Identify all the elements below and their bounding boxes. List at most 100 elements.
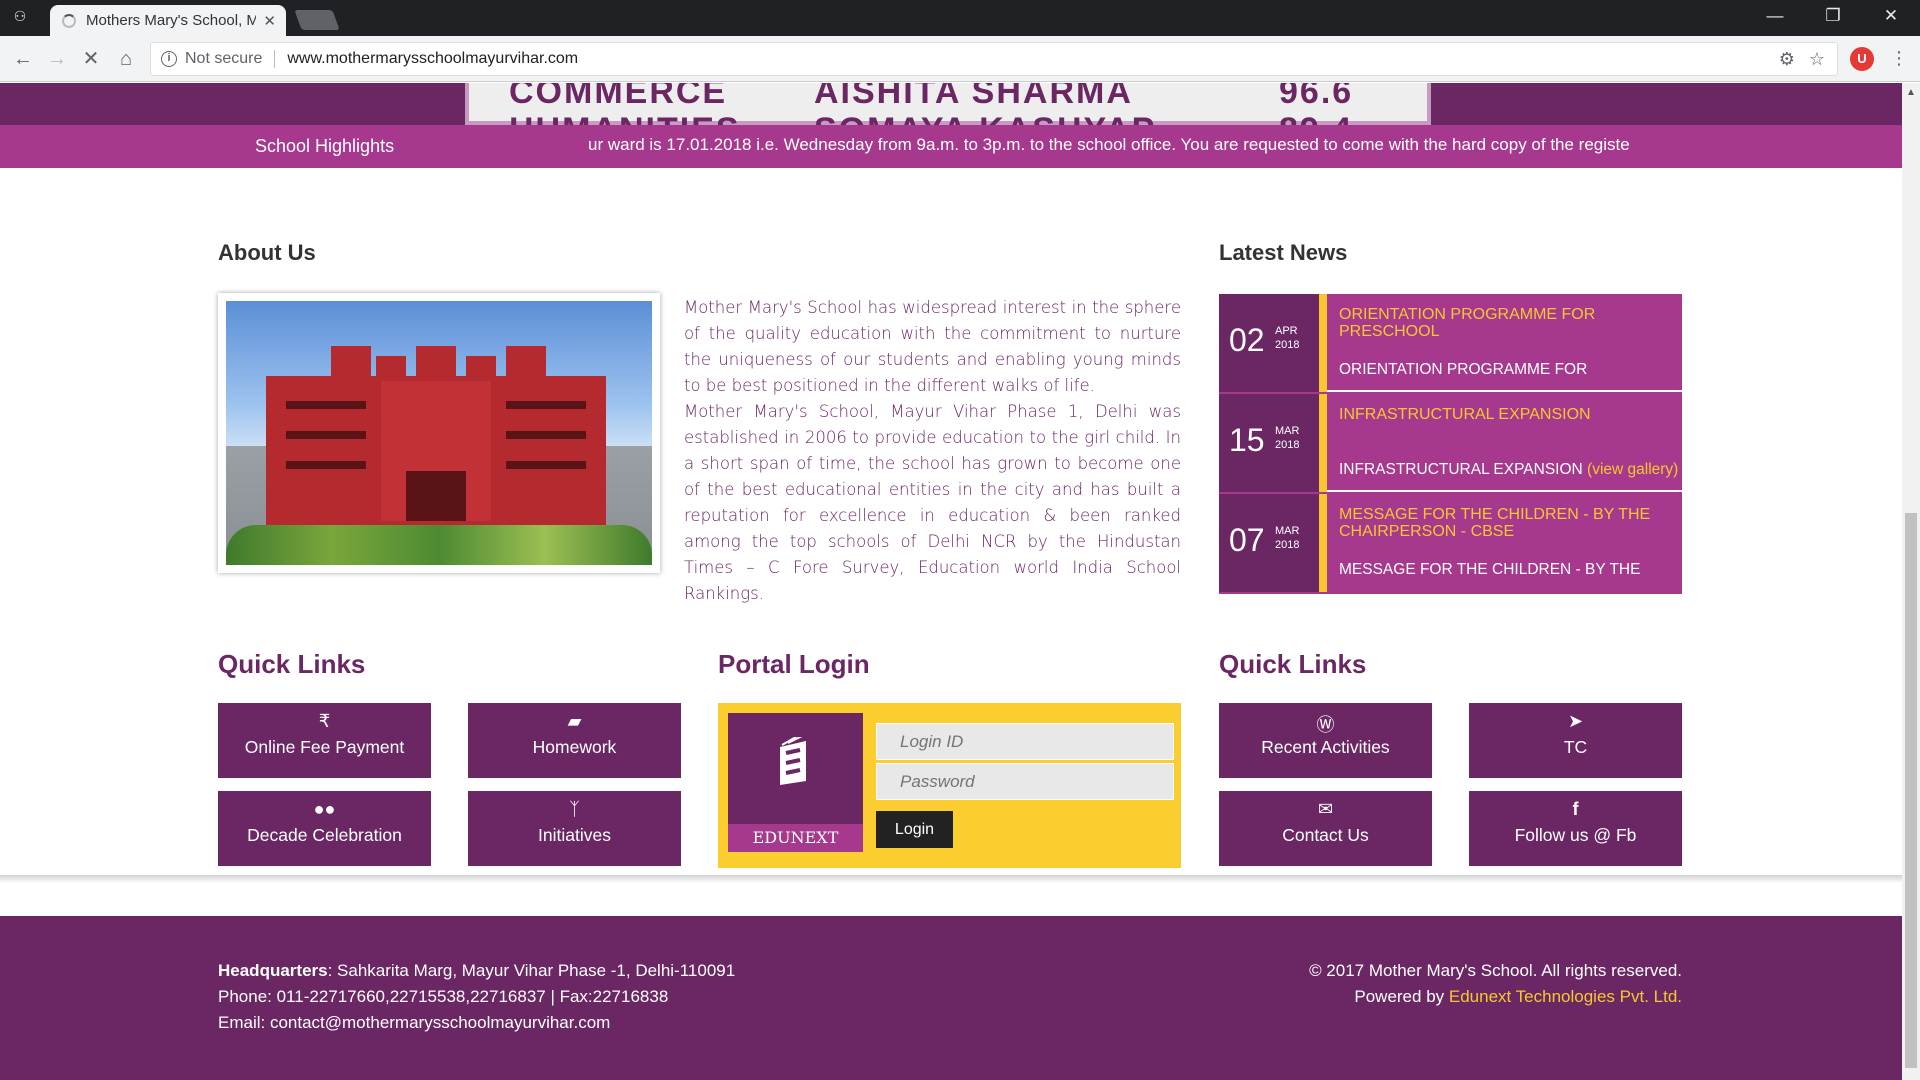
about-paragraph: Mother Mary's School, Mayur Vihar Phase … [684, 402, 1181, 603]
about-text: Mother Mary's School has widespread inte… [684, 295, 1181, 607]
footer-copyright: © 2017 Mother Mary's School. All rights … [1309, 958, 1682, 1010]
news-day: 07 [1229, 522, 1265, 558]
edunext-logo-icon [780, 737, 806, 785]
hero-banner: COMMERCE AISHITA SHARMA 96.6 HUMANITIES … [0, 83, 1902, 125]
minimize-icon[interactable]: — [1760, 6, 1790, 26]
password-input[interactable] [876, 763, 1174, 800]
forward-icon[interactable]: → [44, 46, 70, 72]
button-label: Contact Us [1282, 825, 1369, 845]
button-label: Homework [532, 737, 617, 757]
news-year: 2018 [1275, 339, 1300, 351]
button-label: Online Fee Payment [244, 737, 405, 757]
news-list: 02 APR 2018 ORIENTATION PROGRAMME FOR PRE… [1219, 294, 1682, 594]
hq-label: Headquarters [218, 961, 328, 980]
browser-toolbar: ← → ✕ ⌂ i Not secure www.mothermarysscho… [0, 36, 1920, 82]
scroll-up-icon[interactable]: ▲ [1906, 87, 1916, 98]
edunext-link[interactable]: Edunext Technologies Pvt. Ltd. [1449, 987, 1682, 1006]
footer-contact: Headquarters: Sahkarita Marg, Mayur Viha… [218, 958, 735, 1036]
contact-us-button[interactable]: ✉ Contact Us [1219, 791, 1432, 866]
login-id-input[interactable] [876, 723, 1174, 760]
news-date: 07 MAR 2018 [1219, 494, 1319, 592]
restore-icon[interactable]: ❐ [1818, 6, 1848, 26]
powered-by-label: Powered by [1354, 987, 1449, 1006]
news-year: 2018 [1275, 439, 1300, 451]
news-year: 2018 [1275, 539, 1300, 551]
url-text[interactable]: www.mothermarysschoolmayurvihar.com [287, 50, 578, 68]
facebook-icon: f [1572, 799, 1579, 819]
info-icon[interactable]: i [161, 51, 177, 67]
loading-spinner-icon [62, 14, 76, 28]
quick-links-heading: Quick Links [1219, 649, 1367, 679]
homework-button[interactable]: ▰ Homework [468, 703, 681, 778]
news-item[interactable]: 07 MAR 2018 MESSAGE FOR THE CHILDREN - BY… [1219, 494, 1682, 592]
browser-tab[interactable]: Mothers Mary's School, M ✕ [50, 5, 286, 36]
browser-tab-strip: ⚇ Mothers Mary's School, M ✕ — ❐ ✕ [0, 0, 1920, 36]
decade-celebration-button[interactable]: ●● Decade Celebration [218, 791, 431, 866]
news-title[interactable]: ORIENTATION PROGRAMME FOR PRESCHOOL [1339, 306, 1679, 340]
initiatives-button[interactable]: ᛉ Initiatives [468, 791, 681, 866]
scrollbar-thumb[interactable] [1905, 513, 1917, 1068]
ticker-text[interactable]: ur ward is 17.01.2018 i.e. Wednesday fro… [588, 135, 1680, 155]
new-tab-button[interactable] [294, 10, 340, 30]
quick-links-heading: Quick Links [218, 649, 366, 679]
button-label: TC [1563, 737, 1588, 757]
online-fee-payment-button[interactable]: ₹ Online Fee Payment [218, 703, 431, 778]
news-desc: MESSAGE FOR THE CHILDREN - BY THE [1339, 561, 1641, 578]
rupee-icon: ₹ [318, 711, 331, 731]
copyright-text: © 2017 Mother Mary's School. All rights … [1309, 961, 1682, 980]
recent-activities-button[interactable]: Ⓦ Recent Activities [1219, 703, 1432, 778]
view-gallery-link[interactable]: (view gallery) [1587, 461, 1678, 478]
stop-loading-icon[interactable]: ✕ [78, 46, 104, 72]
about-heading: About Us [218, 240, 316, 265]
toppers-table: COMMERCE AISHITA SHARMA 96.6 HUMANITIES … [465, 83, 1431, 125]
news-month: MAR [1275, 425, 1300, 437]
page-viewport: COMMERCE AISHITA SHARMA 96.6 HUMANITIES … [0, 83, 1902, 1080]
about-paragraph: Mother Mary's School has widespread inte… [684, 298, 1181, 395]
news-title[interactable]: MESSAGE FOR THE CHILDREN - BY THE CHAIRP… [1339, 506, 1679, 540]
news-month: APR [1275, 325, 1298, 337]
incognito-icon: ⚇ [13, 8, 27, 24]
button-label: Decade Celebration [247, 825, 402, 845]
bookmark-star-icon[interactable]: ☆ [1809, 49, 1825, 70]
close-window-icon[interactable]: ✕ [1876, 6, 1906, 26]
topper-score: 89.4 [1279, 111, 1353, 125]
topper-stream: HUMANITIES [509, 111, 741, 125]
home-icon[interactable]: ⌂ [113, 46, 139, 72]
footer: Headquarters: Sahkarita Marg, Mayur Viha… [0, 916, 1902, 1080]
topper-name: SOMAYA KASHYAP [814, 111, 1156, 125]
wordpress-icon: Ⓦ [1316, 715, 1335, 735]
footer-email[interactable]: Email: contact@mothermarysschoolmayurvih… [218, 1010, 735, 1036]
news-item[interactable]: 02 APR 2018 ORIENTATION PROGRAMME FOR PRE… [1219, 294, 1682, 392]
news-date: 15 MAR 2018 [1219, 394, 1319, 492]
users-icon: ●● [313, 799, 336, 819]
envelope-icon: ✉ [1317, 799, 1334, 819]
portal-login-heading: Portal Login [718, 649, 870, 679]
news-item[interactable]: 15 MAR 2018 INFRASTRUCTURAL EXPANSION INF… [1219, 394, 1682, 492]
page-scrollbar[interactable]: ▲ [1902, 83, 1920, 1080]
not-secure-label: Not secure [185, 50, 276, 68]
news-day: 02 [1229, 322, 1265, 358]
login-button[interactable]: Login [876, 811, 953, 848]
browser-menu-icon[interactable]: ⋮ [1890, 48, 1908, 69]
news-desc: ORIENTATION PROGRAMME FOR [1339, 361, 1588, 378]
send-icon: ➤ [1567, 711, 1584, 731]
address-bar[interactable]: i Not secure www.mothermarysschoolmayurv… [150, 42, 1838, 76]
tab-close-icon[interactable]: ✕ [263, 12, 276, 30]
footer-phone: Phone: 011-22717660,22715538,22716837 | … [218, 987, 669, 1006]
ticker-label: School Highlights [255, 136, 395, 156]
follow-fb-button[interactable]: f Follow us @ Fb [1469, 791, 1682, 866]
news-date: 02 APR 2018 [1219, 294, 1319, 392]
button-label: Initiatives [538, 825, 611, 845]
translate-icon[interactable]: ⚙ [1779, 49, 1795, 70]
hq-address: : Sahkarita Marg, Mayur Vihar Phase -1, … [327, 961, 736, 980]
highlights-ticker: School Highlights ur ward is 17.01.2018 … [0, 125, 1902, 168]
news-title[interactable]: INFRASTRUCTURAL EXPANSION [1339, 406, 1679, 423]
edunext-logo-box: EDUNEXT [728, 713, 863, 852]
tc-button[interactable]: ➤ TC [1469, 703, 1682, 778]
topper-score: 96.6 [1279, 83, 1354, 111]
back-icon[interactable]: ← [10, 46, 36, 72]
news-month: MAR [1275, 525, 1300, 537]
button-label: Follow us @ Fb [1514, 825, 1637, 845]
news-desc-text: INFRASTRUCTURAL EXPANSION [1339, 461, 1588, 478]
extension-icon[interactable]: U [1850, 47, 1874, 71]
